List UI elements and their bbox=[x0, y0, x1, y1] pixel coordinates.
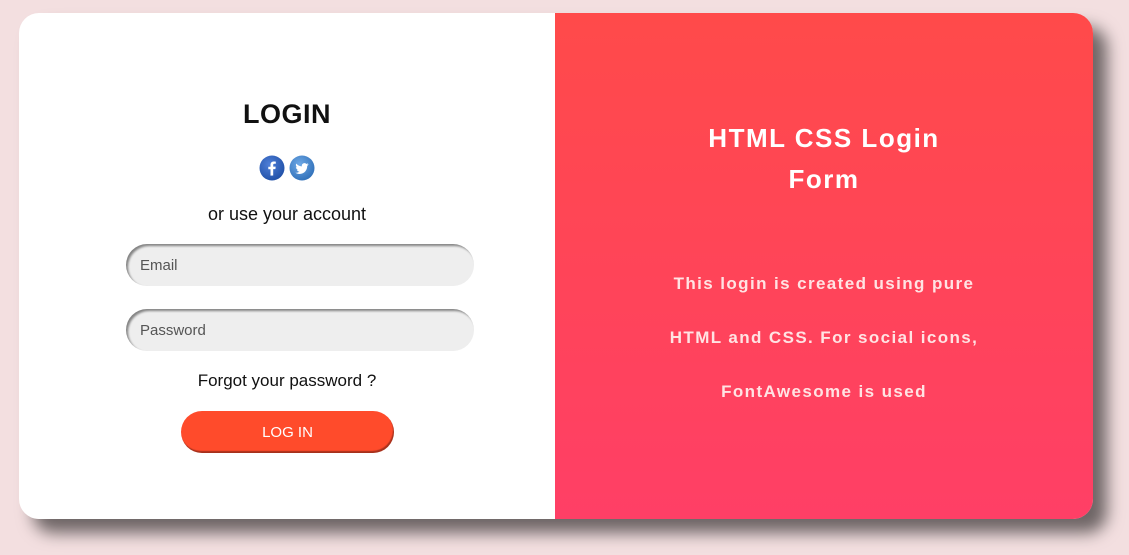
alt-login-text: or use your account bbox=[207, 204, 367, 224]
password-field[interactable] bbox=[126, 309, 474, 351]
social-icons bbox=[19, 155, 555, 181]
page-title: LOGIN bbox=[243, 99, 331, 129]
twitter-icon[interactable] bbox=[289, 155, 315, 181]
sign-in-panel: LOGIN or use your account Email Forgot y… bbox=[19, 13, 555, 519]
panel-title: HTML CSS Login Form bbox=[555, 118, 1093, 200]
panel-description-line-2: HTML and CSS. For social icons, bbox=[669, 328, 979, 347]
info-panel: HTML CSS Login Form This login is create… bbox=[555, 13, 1093, 519]
login-button[interactable]: LOG IN bbox=[181, 411, 394, 453]
forgot-password-link[interactable]: Forgot your password ? bbox=[19, 371, 555, 391]
panel-description-line-1: This login is created using pure bbox=[673, 274, 975, 293]
panel-description-line-3: FontAwesome is used bbox=[721, 382, 927, 401]
facebook-icon[interactable] bbox=[259, 155, 285, 181]
panel-description: This login is created using pure HTML an… bbox=[595, 257, 1053, 419]
email-field[interactable] bbox=[126, 244, 474, 286]
login-card: LOGIN or use your account Email Forgot y… bbox=[19, 13, 1093, 519]
panel-title-line-1: HTML CSS Login bbox=[708, 123, 940, 153]
panel-title-line-2: Form bbox=[788, 164, 860, 194]
